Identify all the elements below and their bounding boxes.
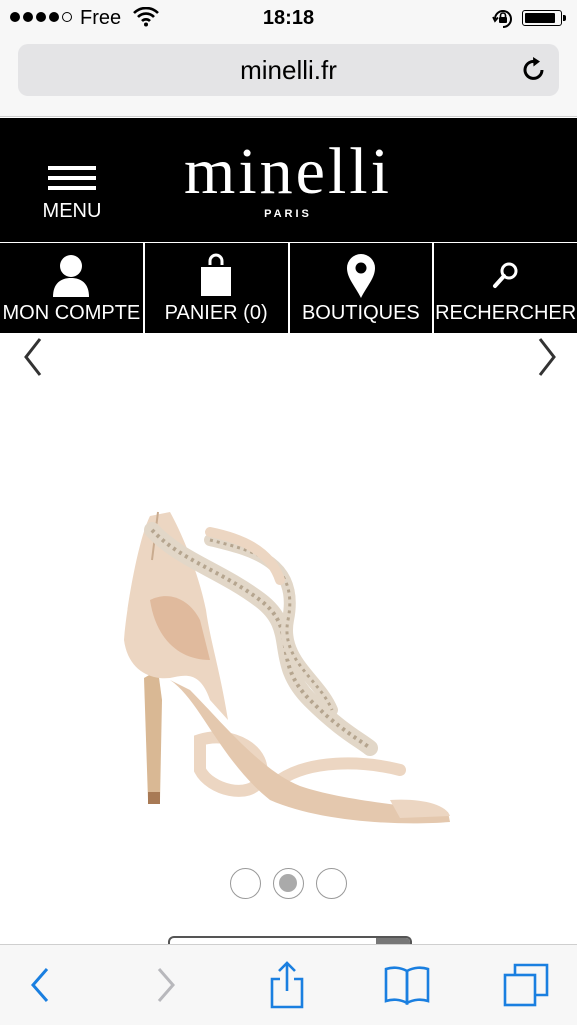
reload-icon[interactable] bbox=[521, 56, 547, 89]
hamburger-icon bbox=[48, 166, 96, 196]
status-bar: Free 18:18 bbox=[0, 0, 577, 38]
carousel-dot-1[interactable] bbox=[230, 868, 261, 899]
nav-item-panier[interactable]: PANIER (0) bbox=[144, 243, 288, 333]
bookmarks-button[interactable] bbox=[367, 945, 447, 1025]
browser-chrome-top: Free 18:18 minelli.fr bbox=[0, 0, 577, 117]
tabs-button[interactable] bbox=[486, 945, 566, 1025]
nav-item-boutiques[interactable]: BOUTIQUES bbox=[289, 243, 433, 333]
menu-button[interactable]: MENU bbox=[34, 160, 110, 244]
address-text: minelli.fr bbox=[240, 55, 337, 85]
share-button[interactable] bbox=[247, 945, 327, 1025]
orientation-lock-icon bbox=[492, 8, 514, 35]
battery-icon bbox=[522, 10, 566, 26]
search-icon bbox=[434, 261, 577, 289]
address-bar[interactable]: minelli.fr bbox=[18, 44, 559, 96]
carousel-pagination bbox=[0, 868, 577, 899]
map-pin-icon bbox=[290, 253, 433, 299]
nav-label: BOUTIQUES bbox=[301, 302, 420, 324]
menu-label: MENU bbox=[42, 200, 102, 222]
nav-label: PANIER (0) bbox=[164, 302, 268, 324]
nav-item-rechercher[interactable]: RECHERCHER bbox=[434, 243, 577, 333]
logo-wordmark: minelli bbox=[184, 135, 392, 208]
share-icon bbox=[270, 961, 304, 1009]
battery-level-fill bbox=[525, 13, 555, 23]
forward-button[interactable] bbox=[126, 945, 206, 1025]
logo-subtitle: PARIS bbox=[264, 208, 312, 220]
status-time: 18:18 bbox=[262, 7, 315, 29]
site-header: MENU minelli PARIS bbox=[0, 118, 577, 242]
browser-toolbar bbox=[0, 944, 577, 1025]
minelli-logo[interactable]: minelli PARIS bbox=[150, 135, 426, 221]
carousel-dot-2[interactable] bbox=[273, 868, 304, 899]
back-button[interactable] bbox=[0, 945, 80, 1025]
shopping-bag-icon bbox=[145, 253, 288, 297]
chevron-left-icon bbox=[24, 338, 42, 376]
carousel-prev-button[interactable] bbox=[18, 336, 48, 378]
chevron-right-icon bbox=[157, 968, 175, 1002]
nav-item-mon-compte[interactable]: MON COMPTE bbox=[0, 243, 143, 333]
chevron-right-icon bbox=[538, 338, 556, 376]
bookmarks-icon bbox=[384, 966, 430, 1005]
product-image[interactable] bbox=[110, 500, 460, 840]
nav-label: RECHERCHER bbox=[435, 302, 577, 324]
carousel-dot-3[interactable] bbox=[316, 868, 347, 899]
main-nav: MON COMPTE PANIER (0) BOUTIQUES RECHERCH… bbox=[0, 243, 577, 333]
carousel-next-button[interactable] bbox=[532, 336, 562, 378]
tabs-icon bbox=[503, 963, 549, 1007]
nav-label: MON COMPTE bbox=[2, 302, 141, 324]
user-icon bbox=[0, 253, 143, 297]
chevron-left-icon bbox=[31, 968, 49, 1002]
